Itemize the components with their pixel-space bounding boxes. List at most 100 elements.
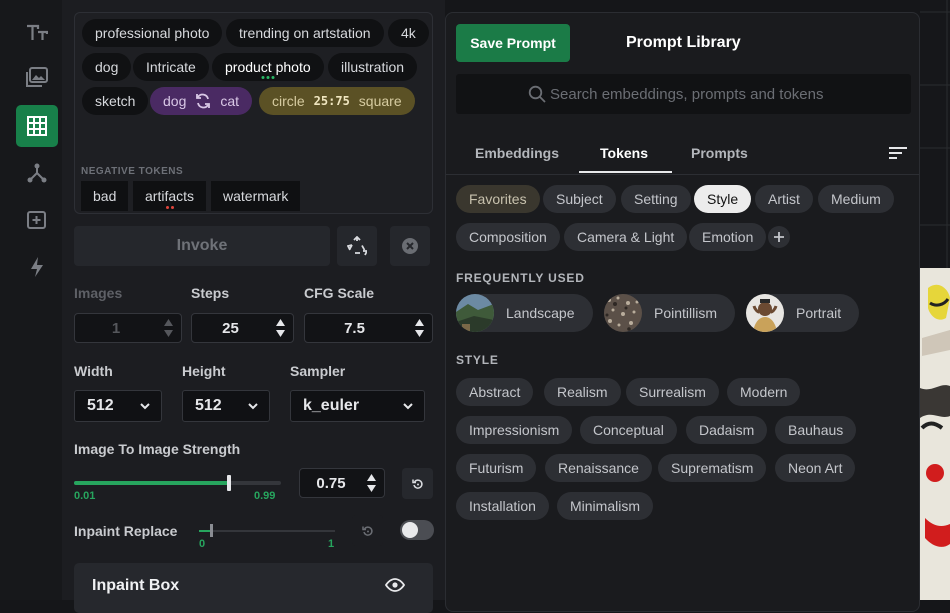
reset-inpaint-button[interactable] xyxy=(352,515,383,546)
strength-min: 0.01 xyxy=(74,490,96,502)
strength-stepper[interactable] xyxy=(367,474,376,492)
save-prompt-button[interactable]: Save Prompt xyxy=(456,24,570,62)
chevron-down-icon xyxy=(140,403,150,410)
style-token[interactable]: Surrealism xyxy=(626,378,719,406)
inpaint-slider[interactable] xyxy=(199,524,335,537)
frequent-item-label: Portrait xyxy=(796,305,842,321)
strength-max: 0.99 xyxy=(254,490,276,502)
library-search[interactable]: Search embeddings, prompts and tokens xyxy=(456,74,911,114)
recycle-button[interactable] xyxy=(337,226,377,266)
token-chip[interactable]: professional photo xyxy=(82,19,223,47)
category-camera-light[interactable]: Camera & Light xyxy=(564,223,688,251)
category-favorites[interactable]: Favorites xyxy=(456,185,540,213)
category-subject[interactable]: Subject xyxy=(543,185,616,213)
strength-value: 0.75 xyxy=(316,474,346,492)
style-token[interactable]: Neon Art xyxy=(775,454,856,482)
tab-tokens[interactable]: Tokens xyxy=(600,145,648,161)
category-setting[interactable]: Setting xyxy=(621,185,691,213)
frequent-item[interactable]: Portrait xyxy=(746,294,860,332)
add-category-button[interactable] xyxy=(768,226,790,248)
style-token[interactable]: Renaissance xyxy=(545,454,652,482)
frequent-item[interactable]: Landscape xyxy=(456,294,593,332)
steps-label: Steps xyxy=(191,285,230,301)
token-chip[interactable]: sketch xyxy=(82,87,149,115)
strength-input[interactable]: 0.75 xyxy=(299,468,385,498)
lightning-icon[interactable] xyxy=(16,246,58,288)
style-token[interactable]: Realism xyxy=(544,378,621,406)
tab-prompts[interactable]: Prompts xyxy=(691,145,748,161)
frequent-item[interactable]: Pointillism xyxy=(604,294,736,332)
height-label: Height xyxy=(182,363,226,379)
images-stepper[interactable] xyxy=(164,319,173,337)
cfg-stepper[interactable] xyxy=(415,319,424,337)
negative-chip-flagged[interactable]: artifacts xyxy=(133,181,207,211)
height-select[interactable]: 512 xyxy=(182,390,270,422)
inpaint-box-section[interactable]: Inpaint Box xyxy=(74,563,433,613)
blend-chip[interactable]: dog cat xyxy=(150,87,253,115)
inpaint-slider-thumb[interactable] xyxy=(210,524,213,537)
prompt-token-box[interactable]: professional photo trending on artstatio… xyxy=(74,12,433,214)
token-chip[interactable]: illustration xyxy=(328,53,418,81)
reset-icon xyxy=(361,525,373,536)
ratio-value: 25:75 xyxy=(313,94,350,108)
negative-chip[interactable]: watermark xyxy=(211,181,301,211)
style-token[interactable]: Suprematism xyxy=(658,454,767,482)
category-style[interactable]: Style xyxy=(694,185,752,213)
style-section-label: STYLE xyxy=(456,353,499,367)
width-select[interactable]: 512 xyxy=(74,390,162,422)
token-indicator xyxy=(165,206,174,209)
style-token[interactable]: Installation xyxy=(456,492,549,520)
style-token[interactable]: Minimalism xyxy=(557,492,653,520)
cancel-button[interactable] xyxy=(390,226,430,266)
style-token[interactable]: Bauhaus xyxy=(775,416,857,444)
negative-chip[interactable]: bad xyxy=(81,181,129,211)
invoke-button[interactable]: Invoke xyxy=(74,226,330,266)
sampler-select[interactable]: k_euler xyxy=(290,390,425,422)
style-token[interactable]: Impressionism xyxy=(456,416,573,444)
sort-icon[interactable] xyxy=(888,146,908,160)
inpaint-max: 1 xyxy=(328,538,335,550)
eye-icon[interactable] xyxy=(385,578,405,592)
grid-icon[interactable] xyxy=(16,105,58,147)
cfg-scale-input[interactable]: 7.5 xyxy=(304,313,433,343)
style-token[interactable]: Modern xyxy=(727,378,801,406)
frequent-item-label: Pointillism xyxy=(654,305,718,321)
nodes-icon[interactable] xyxy=(16,152,58,194)
style-token[interactable]: Abstract xyxy=(456,378,534,406)
images-input[interactable]: 1 xyxy=(74,313,182,343)
ratio-right: square xyxy=(358,93,402,109)
search-input[interactable]: Search embeddings, prompts and tokens xyxy=(550,86,824,103)
library-title: Prompt Library xyxy=(626,34,741,51)
category-composition[interactable]: Composition xyxy=(456,223,560,251)
reset-strength-button[interactable] xyxy=(402,468,433,499)
category-artist[interactable]: Artist xyxy=(755,185,813,213)
ratio-chip[interactable]: circle 25:75 square xyxy=(259,87,415,115)
steps-value: 25 xyxy=(222,319,239,337)
inpaint-toggle[interactable] xyxy=(400,520,434,540)
token-chip[interactable]: Intricate xyxy=(133,53,209,81)
swap-icon[interactable] xyxy=(194,92,212,110)
steps-stepper[interactable] xyxy=(276,319,285,337)
frequent-item-label: Landscape xyxy=(506,305,575,321)
prompt-library-panel: Save Prompt Prompt Library Search embedd… xyxy=(445,12,920,612)
token-chip-label: product photo xyxy=(225,59,311,75)
style-token[interactable]: Futurism xyxy=(456,454,537,482)
image-icon[interactable] xyxy=(16,56,58,98)
tab-embeddings[interactable]: Embeddings xyxy=(475,145,559,161)
add-image-icon[interactable] xyxy=(16,199,58,241)
style-token[interactable]: Conceptual xyxy=(580,416,677,444)
blend-right: cat xyxy=(220,93,240,109)
generation-panel: professional photo trending on artstatio… xyxy=(62,0,445,613)
token-chip[interactable]: trending on artstation xyxy=(226,19,384,47)
token-chip[interactable]: 4k xyxy=(388,19,429,47)
strength-slider[interactable] xyxy=(74,475,281,491)
category-emotion[interactable]: Emotion xyxy=(689,223,767,251)
steps-input[interactable]: 25 xyxy=(191,313,294,343)
style-token[interactable]: Dadaism xyxy=(686,416,768,444)
token-chip-selected[interactable]: product photo xyxy=(212,53,324,81)
strength-slider-thumb[interactable] xyxy=(227,475,231,491)
category-medium[interactable]: Medium xyxy=(818,185,894,213)
text-icon[interactable] xyxy=(16,12,58,54)
images-label: Images xyxy=(74,285,123,301)
token-chip[interactable]: dog xyxy=(82,53,132,81)
